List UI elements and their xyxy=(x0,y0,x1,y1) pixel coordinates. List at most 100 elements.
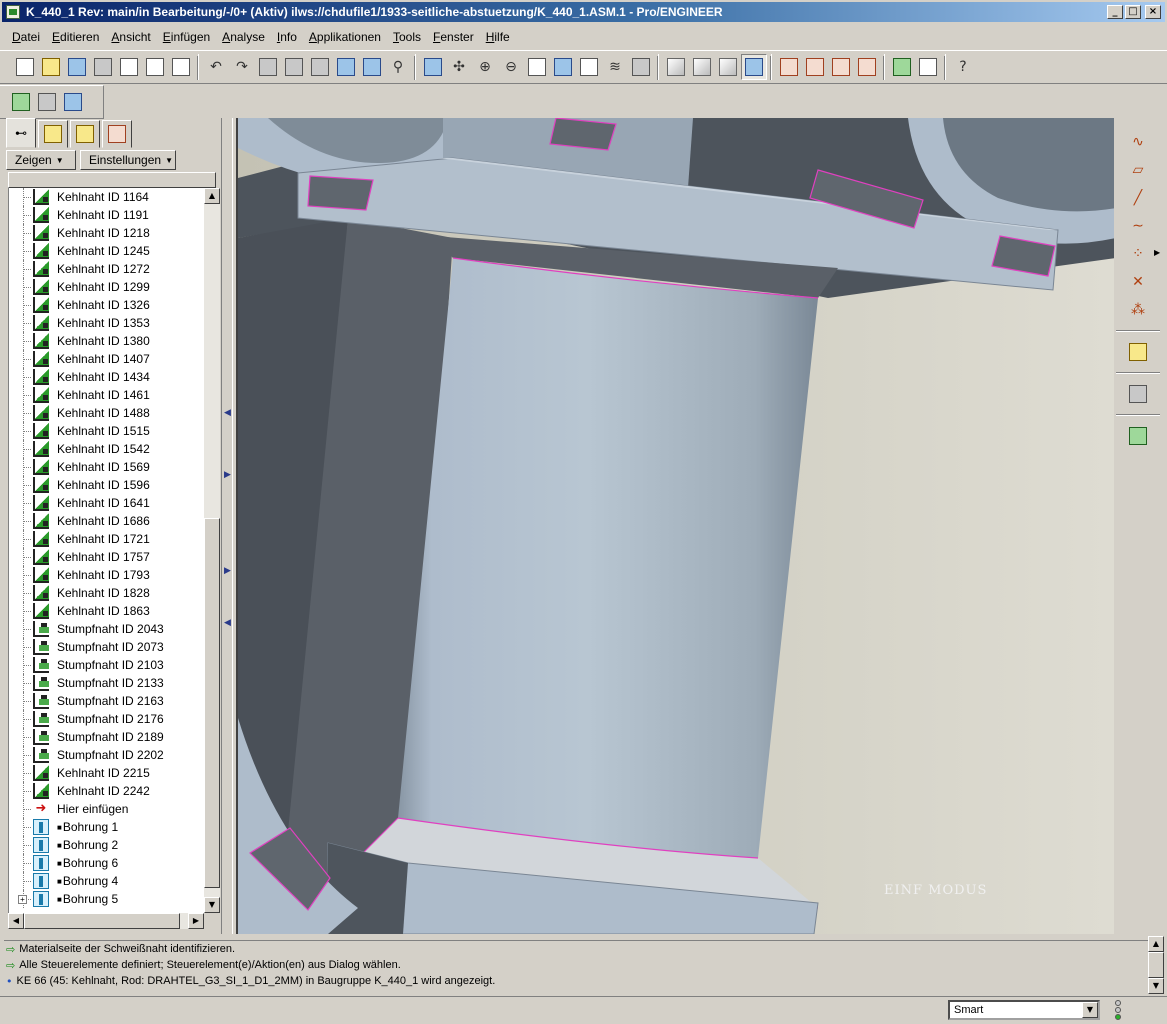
main-column[interactable] xyxy=(398,258,818,858)
tree-item[interactable]: Kehlnaht ID 1353 xyxy=(9,314,204,332)
datum-points-icon[interactable] xyxy=(828,54,854,80)
tree-item[interactable]: Kehlnaht ID 1326 xyxy=(9,296,204,314)
scroll-up-button[interactable]: ▲ xyxy=(204,188,220,204)
menu-tools[interactable]: Tools xyxy=(387,30,427,44)
table-icon[interactable] xyxy=(1125,381,1151,407)
tree-column-header[interactable] xyxy=(8,172,216,188)
scroll-down-button[interactable]: ▼ xyxy=(1148,978,1164,994)
panel-splitter[interactable]: ◀ ▶ ▶ ◀ xyxy=(221,118,233,934)
scroll-thumb[interactable] xyxy=(24,913,180,929)
tree-item[interactable]: Stumpfnaht ID 2103 xyxy=(9,656,204,674)
connections-tab[interactable] xyxy=(102,120,132,148)
tree-item[interactable]: Stumpfnaht ID 2073 xyxy=(9,638,204,656)
tree-item[interactable]: Kehlnaht ID 1380 xyxy=(9,332,204,350)
tree-item[interactable]: + ■ Bohrung 5 xyxy=(9,890,204,908)
datum-curve-sketch-icon[interactable]: ∿ xyxy=(1125,129,1151,155)
tree-item[interactable]: Kehlnaht ID 1863 xyxy=(9,602,204,620)
graphics-window[interactable]: EINF MODUS xyxy=(236,118,1114,934)
tree-item[interactable]: Kehlnaht ID 1434 xyxy=(9,368,204,386)
weld-pad[interactable] xyxy=(307,175,374,211)
scroll-thumb[interactable] xyxy=(1148,952,1164,978)
window-activate-icon[interactable] xyxy=(889,54,915,80)
wireframe-icon[interactable] xyxy=(663,54,689,80)
scroll-up-button[interactable]: ▲ xyxy=(1148,936,1164,952)
menu-einfuegen[interactable]: Einfügen xyxy=(157,30,216,44)
coordinate-systems-icon[interactable] xyxy=(854,54,880,80)
refit-icon[interactable] xyxy=(524,54,550,80)
model-tree-tab[interactable]: ⊷ xyxy=(6,118,36,148)
datum-plane-icon[interactable]: ▱ xyxy=(1125,157,1151,183)
expand-icon[interactable]: + xyxy=(18,895,27,904)
tree-item[interactable]: Kehlnaht ID 1299 xyxy=(9,278,204,296)
erase-icon[interactable] xyxy=(168,54,194,80)
tree-item[interactable]: Kehlnaht ID 1686 xyxy=(9,512,204,530)
weld-path-icon[interactable] xyxy=(8,89,34,115)
tree-item[interactable]: Kehlnaht ID 1596 xyxy=(9,476,204,494)
print-icon[interactable] xyxy=(90,54,116,80)
datum-curve-icon[interactable]: ∼ xyxy=(1125,213,1151,239)
expand-right-icon[interactable]: ▶ xyxy=(224,566,231,576)
annotation-icon[interactable] xyxy=(1125,339,1151,365)
tree-item[interactable]: Kehlnaht ID 1641 xyxy=(9,494,204,512)
collapse-left-icon[interactable]: ◀ xyxy=(224,618,231,628)
menu-applikationen[interactable]: Applikationen xyxy=(303,30,387,44)
menu-editieren[interactable]: Editieren xyxy=(46,30,105,44)
tree-vertical-scrollbar[interactable]: ▲ ▼ xyxy=(204,188,220,913)
tree-item[interactable]: Kehlnaht ID 1515 xyxy=(9,422,204,440)
minimize-button[interactable]: _ xyxy=(1107,5,1123,19)
redo-icon[interactable]: ↷ xyxy=(229,54,255,80)
datum-planes-icon[interactable] xyxy=(776,54,802,80)
more-arrow-icon[interactable]: ▶ xyxy=(1154,248,1160,257)
open-icon[interactable] xyxy=(38,54,64,80)
tree-item[interactable]: Kehlnaht ID 1721 xyxy=(9,530,204,548)
layers-icon[interactable]: ≋ xyxy=(602,54,628,80)
message-scrollbar[interactable]: ▲ ▼ xyxy=(1148,936,1164,994)
menu-datei[interactable]: Datei xyxy=(6,30,46,44)
shading-icon[interactable] xyxy=(741,54,767,80)
no-hidden-icon[interactable] xyxy=(715,54,741,80)
tree-item[interactable]: Stumpfnaht ID 2202 xyxy=(9,746,204,764)
tree-item[interactable]: Kehlnaht ID 1191 xyxy=(9,206,204,224)
cut-icon[interactable] xyxy=(255,54,281,80)
tree-item[interactable]: Kehlnaht ID 1407 xyxy=(9,350,204,368)
maximize-button[interactable]: □ xyxy=(1125,5,1141,19)
rename-icon[interactable] xyxy=(142,54,168,80)
menu-analyse[interactable]: Analyse xyxy=(216,30,271,44)
datum-point-icon[interactable]: ⁘ xyxy=(1125,241,1151,267)
tree-item[interactable]: Stumpfnaht ID 2133 xyxy=(9,674,204,692)
weld-parameter-icon[interactable] xyxy=(60,89,86,115)
tree-item[interactable]: Kehlnaht ID 1757 xyxy=(9,548,204,566)
zoom-out-icon[interactable]: ⊖ xyxy=(498,54,524,80)
weld-pad[interactable] xyxy=(549,118,617,151)
paste-icon[interactable] xyxy=(307,54,333,80)
tree-item[interactable]: Kehlnaht ID 1569 xyxy=(9,458,204,476)
send-icon[interactable] xyxy=(116,54,142,80)
tree-item[interactable]: Kehlnaht ID 1461 xyxy=(9,386,204,404)
context-help-icon[interactable]: ? xyxy=(950,54,976,80)
tree-item[interactable]: Kehlnaht ID 1488 xyxy=(9,404,204,422)
saved-views-icon[interactable] xyxy=(576,54,602,80)
tree-horizontal-scrollbar[interactable]: ◀ ▶ xyxy=(8,913,204,929)
datum-axis-icon[interactable]: ╱ xyxy=(1125,185,1151,211)
new-icon[interactable] xyxy=(12,54,38,80)
collapse-left-icon[interactable]: ◀ xyxy=(224,408,231,418)
weld-rod-icon[interactable] xyxy=(34,89,60,115)
scroll-right-button[interactable]: ▶ xyxy=(188,913,204,929)
zoom-in-icon[interactable]: ⊕ xyxy=(472,54,498,80)
copy-icon[interactable] xyxy=(281,54,307,80)
selection-filter[interactable]: Smart ▼ xyxy=(948,1000,1100,1020)
datum-csys-icon[interactable]: ✕ xyxy=(1125,269,1151,295)
close-button[interactable]: × xyxy=(1145,5,1161,19)
tree-item[interactable]: Kehlnaht ID 1542 xyxy=(9,440,204,458)
window-close-icon[interactable] xyxy=(915,54,941,80)
hidden-line-icon[interactable] xyxy=(689,54,715,80)
tree-item[interactable]: ■ Bohrung 4 xyxy=(9,872,204,890)
model-view[interactable] xyxy=(238,118,1114,934)
datum-axes-icon[interactable] xyxy=(802,54,828,80)
regenerate-manager-icon[interactable] xyxy=(359,54,385,80)
tree-item[interactable]: ■ Bohrung 1 xyxy=(9,818,204,836)
tree-item[interactable]: Stumpfnaht ID 2176 xyxy=(9,710,204,728)
find-icon[interactable]: ⚲ xyxy=(385,54,411,80)
menu-ansicht[interactable]: Ansicht xyxy=(105,30,156,44)
show-dropdown[interactable]: Zeigen ▼ xyxy=(6,150,76,170)
